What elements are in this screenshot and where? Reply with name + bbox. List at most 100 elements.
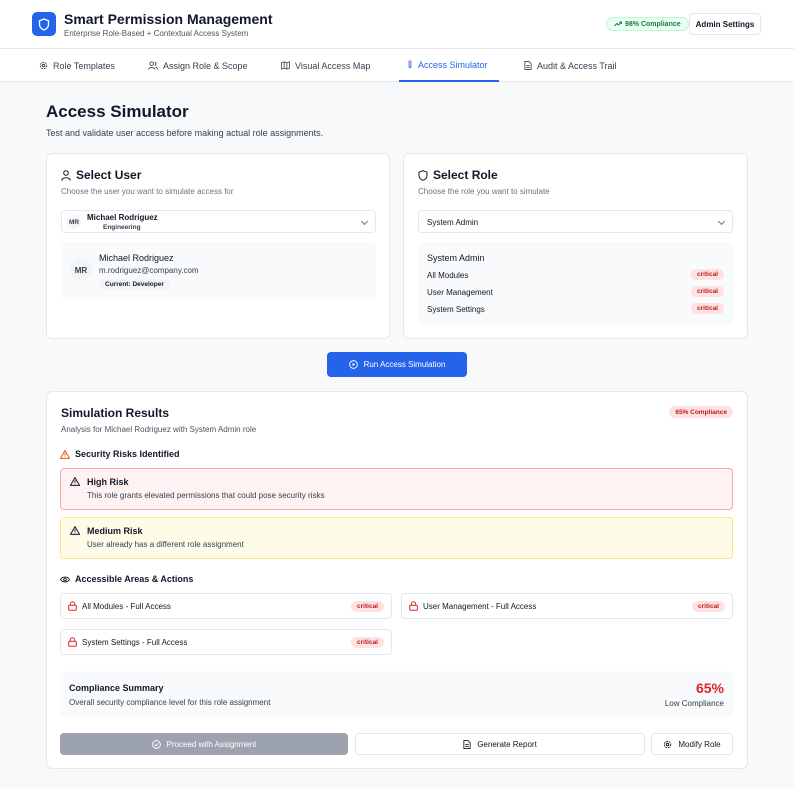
proceed-assignment-label: Proceed with Assignment (166, 739, 257, 749)
check-circle-icon (151, 739, 161, 749)
critical-badge: critical (692, 601, 725, 612)
compliance-badge: 98% Compliance (606, 17, 689, 31)
avatar: MR (67, 215, 81, 229)
tab-label: Visual Access Map (295, 60, 371, 71)
select-user-subtitle: Choose the user you want to simulate acc… (61, 187, 234, 196)
critical-badge: critical (691, 303, 724, 314)
app-header: Smart Permission Management Enterprise R… (0, 0, 794, 49)
access-area-label: All Modules - Full Access (82, 602, 171, 611)
user-select[interactable]: MR Michael Rodriguez Engineering (61, 210, 376, 233)
gear-icon (664, 740, 672, 748)
critical-badge: critical (691, 286, 724, 297)
role-permission-label: System Settings (427, 305, 485, 314)
tab-assign-role[interactable]: Assign Role & Scope (148, 49, 248, 82)
document-icon (524, 61, 532, 70)
generate-report-button[interactable]: Generate Report (355, 733, 645, 755)
results-compliance-badge: 65% Compliance (669, 406, 733, 418)
chevron-down-icon (360, 217, 369, 226)
compliance-summary: Compliance Summary Overall security comp… (60, 671, 733, 717)
app-subtitle: Enterprise Role-Based + Contextual Acces… (64, 29, 249, 38)
access-area-label: System Settings - Full Access (82, 638, 188, 647)
areas-heading-label: Accessible Areas & Actions (75, 574, 194, 584)
generate-report-label: Generate Report (477, 739, 537, 749)
eye-icon (60, 576, 70, 582)
warning-icon (70, 477, 80, 486)
user-details-avatar: MR (70, 259, 92, 281)
access-area-label: User Management - Full Access (423, 602, 537, 611)
run-simulation-label: Run Access Simulation (363, 360, 446, 369)
critical-badge: critical (351, 637, 384, 648)
role-select-value: System Admin (427, 218, 479, 227)
gear-icon (39, 61, 48, 70)
flask-icon (408, 60, 412, 69)
run-simulation-button[interactable]: Run Access Simulation (327, 352, 467, 377)
warning-icon (60, 449, 70, 459)
access-area-item: All Modules - Full Access critical (60, 593, 392, 619)
current-role-badge: Current: Developer (99, 279, 170, 290)
high-risk-alert: High Risk This role grants elevated perm… (60, 468, 733, 510)
user-select-department: Engineering (103, 224, 141, 231)
select-role-card: Select Role Choose the role you want to … (403, 153, 748, 339)
proceed-assignment-button[interactable]: Proceed with Assignment (60, 733, 348, 755)
user-details-panel: MR Michael Rodriguez m.rodriguez@company… (61, 242, 376, 300)
access-area-item: System Settings - Full Access critical (60, 629, 392, 655)
role-permission-label: User Management (427, 288, 493, 297)
critical-badge: critical (691, 269, 724, 280)
risk-description: This role grants elevated permissions th… (87, 491, 325, 500)
shield-logo-icon (32, 12, 56, 36)
map-icon (281, 61, 290, 70)
risk-description: User already has a different role assign… (87, 540, 244, 549)
risks-heading: Security Risks Identified (60, 449, 180, 459)
user-select-name: Michael Rodriguez (87, 213, 158, 222)
select-role-heading: Select Role (418, 168, 498, 182)
tab-bar: Role Templates Assign Role & Scope Visua… (0, 49, 794, 82)
critical-badge: critical (351, 601, 384, 612)
modify-role-label: Modify Role (678, 739, 721, 749)
compliance-badge-label: 98% Compliance (625, 20, 681, 28)
compliance-summary-title: Compliance Summary (69, 683, 164, 693)
role-details-name: System Admin (427, 253, 485, 263)
role-details-panel: System Admin All Modules critical User M… (418, 242, 733, 325)
admin-settings-button[interactable]: Admin Settings (689, 13, 761, 35)
tab-label: Access Simulator (418, 59, 488, 70)
lock-icon (409, 601, 418, 611)
tab-access-simulator[interactable]: Access Simulator (399, 49, 499, 82)
tab-audit-trail[interactable]: Audit & Access Trail (524, 49, 617, 82)
modify-role-button[interactable]: Modify Role (651, 733, 733, 755)
warning-icon (70, 526, 80, 535)
users-icon (148, 61, 158, 70)
user-details-email: m.rodriguez@company.com (99, 266, 199, 275)
select-user-heading: Select User (61, 168, 141, 182)
select-role-title: Select Role (433, 168, 498, 182)
trending-up-icon (614, 21, 622, 27)
chevron-down-icon (717, 217, 726, 226)
page-subtitle: Test and validate user access before mak… (46, 128, 324, 138)
lock-icon (68, 637, 77, 647)
user-icon (61, 169, 71, 181)
select-user-title: Select User (76, 168, 142, 182)
risks-heading-label: Security Risks Identified (75, 449, 180, 459)
tab-label: Role Templates (53, 60, 115, 71)
areas-heading: Accessible Areas & Actions (60, 574, 193, 584)
app-title: Smart Permission Management (64, 11, 273, 27)
compliance-summary-desc: Overall security compliance level for th… (69, 698, 271, 707)
compliance-value: 65% (695, 680, 724, 696)
page-title: Access Simulator (46, 102, 189, 121)
risk-title: Medium Risk (87, 526, 143, 536)
tab-visual-access-map[interactable]: Visual Access Map (281, 49, 370, 82)
document-icon (463, 739, 471, 749)
role-select[interactable]: System Admin (418, 210, 733, 233)
tab-label: Audit & Access Trail (537, 60, 617, 71)
play-circle-icon (348, 360, 358, 369)
user-details-name: Michael Rodriguez (99, 253, 174, 263)
tab-role-templates[interactable]: Role Templates (39, 49, 115, 82)
results-title: Simulation Results (61, 406, 170, 420)
select-user-card: Select User Choose the user you want to … (46, 153, 390, 339)
access-area-item: User Management - Full Access critical (401, 593, 733, 619)
select-role-subtitle: Choose the role you want to simulate (418, 187, 550, 196)
lock-icon (68, 601, 77, 611)
results-subtitle: Analysis for Michael Rodriguez with Syst… (61, 425, 257, 434)
risk-title: High Risk (87, 477, 129, 487)
role-permission-label: All Modules (427, 271, 469, 280)
shield-icon (418, 169, 428, 181)
